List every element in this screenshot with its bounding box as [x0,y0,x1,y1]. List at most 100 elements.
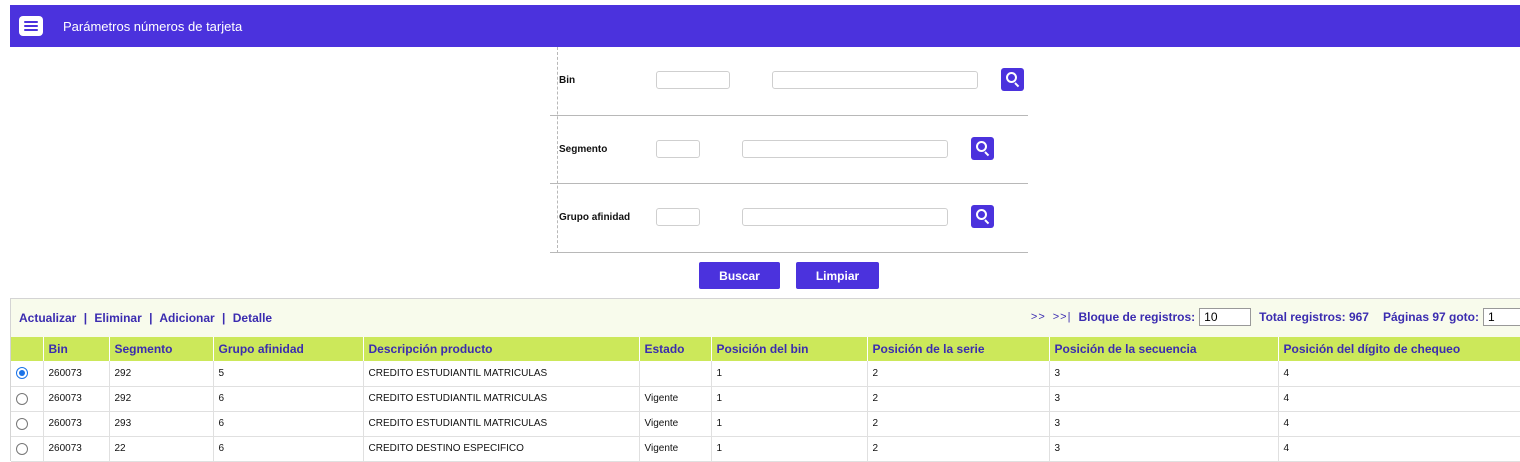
bin-description-input[interactable] [772,71,978,89]
bin-search-button[interactable] [1001,68,1024,91]
pos-bin-cell: 1 [711,411,868,437]
segmento-description-input[interactable] [742,140,948,158]
pos-digito-cell: 4 [1278,411,1520,437]
grupo-afinidad-code-input[interactable] [656,208,700,226]
column-header-posicion-serie[interactable]: Posición de la serie [867,337,1050,361]
table-row[interactable]: 260073 293 6 CREDITO ESTUDIANTIL MATRICU… [11,411,1520,437]
descripcion-cell: CREDITO ESTUDIANTIL MATRICULAS [363,411,640,437]
pos-bin-cell: 1 [711,436,868,462]
column-header-segmento[interactable]: Segmento [109,337,214,361]
row-radio[interactable] [16,417,28,430]
column-header-posicion-bin[interactable]: Posición del bin [711,337,868,361]
bin-code-input[interactable] [656,71,730,89]
pos-bin-cell: 1 [711,386,868,412]
row-select-cell [11,361,44,387]
detalle-link[interactable]: Detalle [233,311,272,325]
estado-cell: Vigente [639,436,712,462]
next-page-link[interactable]: >> [1031,311,1046,323]
bin-cell: 260073 [43,361,110,387]
separator: | [222,311,226,325]
page-header: Parámetros números de tarjeta [10,5,1520,47]
bloque-input[interactable] [1199,308,1252,326]
divider [550,252,1028,253]
grid-actions: Actualizar | Eliminar | Adicionar | Deta… [19,311,272,325]
row-radio[interactable] [16,442,28,455]
table-row[interactable]: 260073 22 6 CREDITO DESTINO ESPECIFICO V… [11,436,1520,462]
eliminar-link[interactable]: Eliminar [94,311,141,325]
bin-cell: 260073 [43,386,110,412]
segmento-row: Segmento [550,116,1028,184]
grupo-afinidad-description-input[interactable] [742,208,948,226]
adicionar-link[interactable]: Adicionar [159,311,214,325]
pos-digito-cell: 4 [1278,386,1520,412]
separator: | [83,311,88,325]
grupo-afinidad-label: Grupo afinidad [559,212,631,223]
results-grid: Actualizar | Eliminar | Adicionar | Deta… [10,298,1520,462]
column-header-descripcion[interactable]: Descripción producto [363,337,640,361]
separator: | [149,311,153,325]
grupo-cell: 6 [213,386,364,412]
pos-bin-cell: 1 [711,361,868,387]
pos-secuencia-cell: 3 [1049,386,1279,412]
column-header-bin[interactable]: Bin [43,337,110,361]
bin-cell: 260073 [43,411,110,437]
column-header [11,337,44,361]
results-table: Bin Segmento Grupo afinidad Descripción … [11,337,1520,462]
estado-cell: Vigente [639,411,712,437]
table-row[interactable]: 260073 292 6 CREDITO ESTUDIANTIL MATRICU… [11,386,1520,412]
paginas-label: Páginas 97 goto: [1382,310,1479,324]
bin-cell: 260073 [43,436,110,462]
page-title: Parámetros números de tarjeta [63,18,243,34]
pos-serie-cell: 2 [867,436,1050,462]
bin-label: Bin [559,75,576,86]
segmento-label: Segmento [559,144,608,155]
segmento-cell: 292 [109,386,214,412]
pos-secuencia-cell: 3 [1049,361,1279,387]
table-row[interactable]: 260073 292 5 CREDITO ESTUDIANTIL MATRICU… [11,361,1520,387]
column-header-grupo-afinidad[interactable]: Grupo afinidad [213,337,364,361]
segmento-search-button[interactable] [971,137,994,160]
pos-serie-cell: 2 [867,386,1050,412]
segmento-code-input[interactable] [656,140,700,158]
pos-secuencia-cell: 3 [1049,436,1279,462]
column-header-posicion-secuencia[interactable]: Posición de la secuencia [1049,337,1279,361]
segmento-cell: 292 [109,361,214,387]
grid-toolbar: Actualizar | Eliminar | Adicionar | Deta… [11,299,1520,337]
segmento-cell: 293 [109,411,214,437]
bloque-label: Bloque de registros: [1078,310,1196,324]
search-form: Bin Segmento Grupo afinidad [550,47,1028,253]
grupo-afinidad-row: Grupo afinidad [550,184,1028,253]
bin-row: Bin [550,47,1028,116]
actualizar-link[interactable]: Actualizar [19,311,76,325]
goto-input[interactable] [1483,308,1520,326]
estado-cell: Vigente [639,386,712,412]
descripcion-cell: CREDITO ESTUDIANTIL MATRICULAS [363,361,640,387]
total-registros-label: Total registros: 967 [1259,310,1369,324]
pager: >> >>| Bloque de registros: Total regist… [1031,307,1520,327]
descripcion-cell: CREDITO DESTINO ESPECIFICO [363,436,640,462]
limpiar-button[interactable]: Limpiar [796,262,879,289]
segmento-cell: 22 [109,436,214,462]
last-page-link[interactable]: >>| [1053,311,1072,323]
descripcion-cell: CREDITO ESTUDIANTIL MATRICULAS [363,386,640,412]
form-list-icon [19,16,43,36]
pos-digito-cell: 4 [1278,436,1520,462]
grupo-cell: 6 [213,411,364,437]
buscar-button[interactable]: Buscar [699,262,780,289]
column-header-estado[interactable]: Estado [639,337,712,361]
row-select-cell [11,436,44,462]
table-header-row: Bin Segmento Grupo afinidad Descripción … [11,337,1520,361]
row-select-cell [11,411,44,437]
column-header-posicion-digito[interactable]: Posición del dígito de chequeo [1278,337,1520,361]
pos-digito-cell: 4 [1278,361,1520,387]
grupo-afinidad-search-button[interactable] [971,205,994,228]
row-select-cell [11,386,44,412]
row-radio[interactable] [16,392,28,405]
grupo-cell: 5 [213,361,364,387]
pos-serie-cell: 2 [867,361,1050,387]
grupo-cell: 6 [213,436,364,462]
pos-serie-cell: 2 [867,411,1050,437]
row-radio[interactable] [16,367,28,380]
estado-cell [639,361,712,387]
pos-secuencia-cell: 3 [1049,411,1279,437]
